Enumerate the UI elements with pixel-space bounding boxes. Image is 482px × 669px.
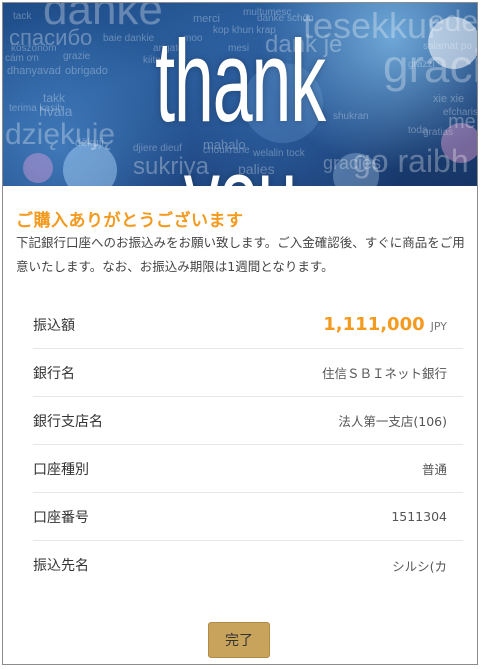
bank-transfer-details: 振込額 1,111,000 JPY 銀行名 住信ＳＢＩネット銀行 銀行支店名 法… <box>33 301 463 589</box>
amount-label: 振込額 <box>33 317 75 334</box>
banner-word: dhanyavad <box>7 65 61 77</box>
banner-word: grazie <box>63 51 91 62</box>
banner-word: mersi <box>448 111 477 133</box>
banner-word: tack <box>13 11 32 22</box>
banner-word: grazzi <box>408 59 435 70</box>
banner-word: cám ơn <box>5 53 39 64</box>
detail-row-branch: 銀行支店名 法人第一支店(106) <box>33 397 463 445</box>
detail-row-account-type: 口座種別 普通 <box>33 445 463 493</box>
amount-value: 1,111,000 JPY <box>323 314 447 335</box>
banner-word: xie xie <box>433 93 465 105</box>
account-type-value: 普通 <box>421 462 447 477</box>
banner-word: salamat po <box>423 41 472 52</box>
account-number-value: 1511304 <box>391 509 447 524</box>
branch-name-value: 法人第一支店(106) <box>338 414 447 429</box>
bokeh-light <box>23 153 53 183</box>
payment-instructions: 下記銀行口座へのお振込みをお願い致します。ご入金確認後、すぐに商品をご用意いたし… <box>16 235 465 274</box>
bank-name-value: 住信ＳＢＩネット銀行 <box>321 366 447 381</box>
thank-you-title: thank you <box>155 16 326 186</box>
detail-row-account-number: 口座番号 1511304 <box>33 493 463 541</box>
account-type-label: 口座種別 <box>33 461 89 478</box>
detail-row-amount: 振込額 1,111,000 JPY <box>33 301 463 349</box>
account-number-label: 口座番号 <box>33 509 89 526</box>
amount-number: 1,111,000 <box>323 314 425 335</box>
done-button[interactable]: 完了 <box>208 622 270 658</box>
thank-you-banner: danke tesekkur ederim gracias спасибо da… <box>3 3 477 186</box>
banner-word: terima kasih <box>9 103 63 114</box>
detail-row-bank: 銀行名 住信ＳＢＩネット銀行 <box>33 349 463 397</box>
detail-row-payee: 振込先名 シルシ(カ <box>33 541 463 589</box>
page-title: ご購入ありがとうございます <box>16 211 244 231</box>
branch-name-label: 銀行支店名 <box>33 413 103 430</box>
currency-code: JPY <box>430 320 447 333</box>
banner-word: ederim <box>428 5 477 38</box>
payee-name-label: 振込先名 <box>33 558 89 574</box>
bank-name-label: 銀行名 <box>33 365 75 382</box>
payee-name-value: シルシ(カ <box>392 558 447 574</box>
thank-you-panel: danke tesekkur ederim gracias спасибо da… <box>2 2 478 665</box>
